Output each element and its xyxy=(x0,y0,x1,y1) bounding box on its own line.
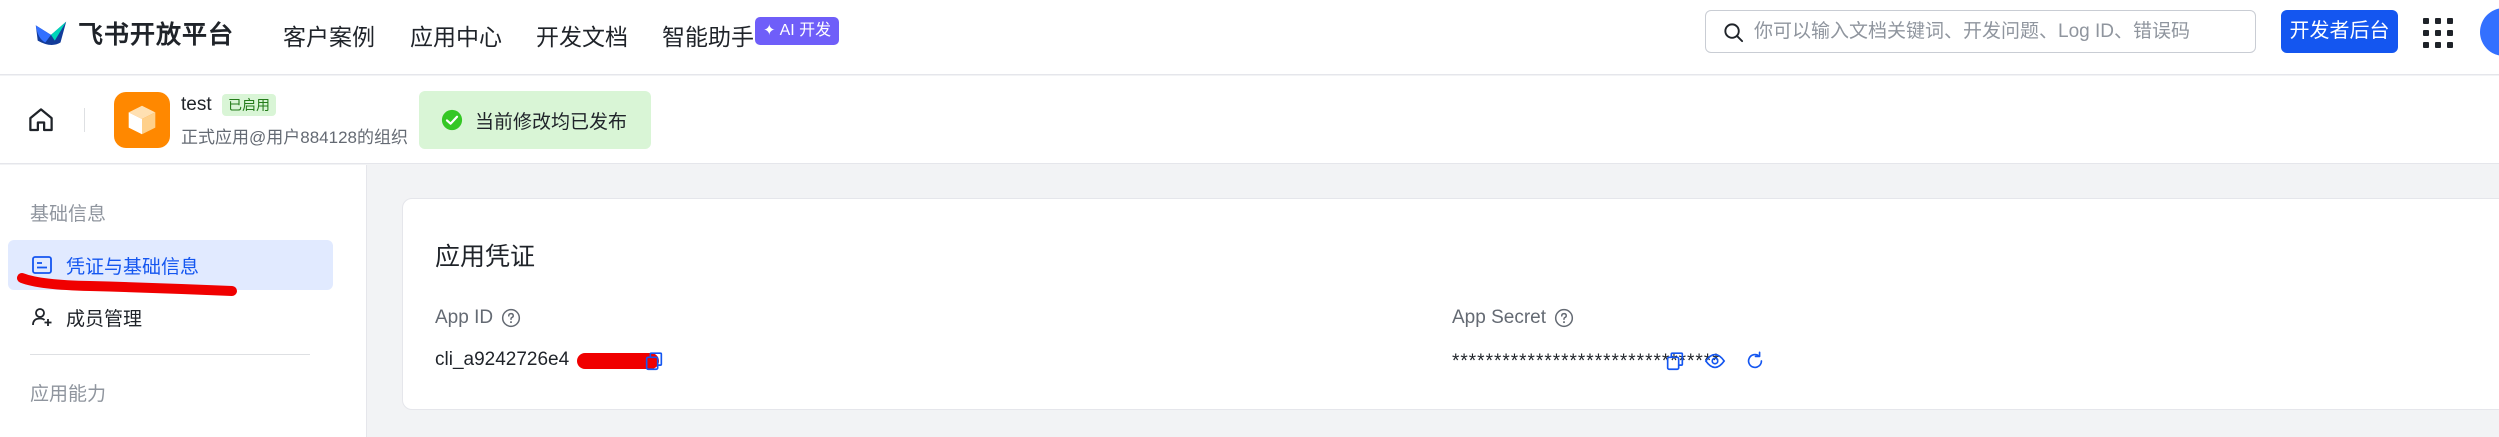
ai-badge-label: AI 开发 xyxy=(779,22,832,39)
sidebar-group-basic-info: 基础信息 xyxy=(30,204,107,225)
nav-dev-docs[interactable]: 开发文档 xyxy=(536,18,628,52)
app-icon xyxy=(114,92,170,148)
divider xyxy=(84,108,85,132)
publish-status-banner: 当前修改均已发布 xyxy=(419,91,651,149)
cube-icon xyxy=(128,105,156,135)
credentials-card: 应用凭证 App ID cli_a9242726e4 App Secret **… xyxy=(402,198,2499,410)
refresh-icon[interactable] xyxy=(1744,350,1766,372)
app-secret-label-row: App Secret xyxy=(1452,307,1574,329)
ai-badge[interactable]: ✦ AI 开发 xyxy=(755,17,840,45)
app-secret-label: App Secret xyxy=(1452,307,1546,328)
app-name: test xyxy=(181,94,212,115)
nav-app-center[interactable]: 应用中心 xyxy=(410,18,502,52)
credential-icon xyxy=(32,256,52,274)
search-box[interactable] xyxy=(1705,10,2256,53)
sidebar: 基础信息 凭证与基础信息 成员管理 应用能力 xyxy=(0,165,367,437)
help-icon[interactable] xyxy=(501,308,521,328)
sidebar-item-label: 成员管理 xyxy=(66,308,143,330)
copy-icon[interactable] xyxy=(643,350,665,372)
avatar[interactable] xyxy=(2480,8,2499,56)
app-id-label: App ID xyxy=(435,307,494,328)
eye-icon[interactable] xyxy=(1704,350,1726,372)
card-title: 应用凭证 xyxy=(435,243,536,271)
publish-status-text: 当前修改均已发布 xyxy=(475,111,628,133)
app-grid-icon[interactable] xyxy=(2423,18,2453,48)
user-add-icon xyxy=(32,308,52,326)
check-circle-icon xyxy=(441,109,463,131)
brand-logo[interactable]: 飞书开放平台 xyxy=(32,14,234,52)
sidebar-group-app-capabilities: 应用能力 xyxy=(30,384,107,405)
help-icon[interactable] xyxy=(1554,308,1574,328)
search-input[interactable] xyxy=(1754,17,2244,47)
feishu-logo-icon xyxy=(35,21,67,45)
home-icon[interactable] xyxy=(26,105,56,135)
brand-name: 飞书开放平台 xyxy=(78,21,235,49)
sidebar-item-label: 凭证与基础信息 xyxy=(66,256,200,278)
sidebar-item-credentials[interactable]: 凭证与基础信息 xyxy=(8,240,333,290)
search-icon xyxy=(1724,23,1744,43)
app-id-value: cli_a9242726e4 xyxy=(435,349,570,370)
copy-icon[interactable] xyxy=(1664,350,1686,372)
nav-ai-assistant[interactable]: 智能助手 xyxy=(662,18,754,52)
app-id-label-row: App ID xyxy=(435,307,521,329)
app-header: test 已启用 正式应用@用户884128的组织 当前修改均已发布 xyxy=(0,76,2499,164)
sparkle-icon: ✦ xyxy=(763,22,776,39)
developer-console-button[interactable]: 开发者后台 xyxy=(2281,10,2398,53)
status-badge: 已启用 xyxy=(222,94,276,116)
app-owner: 正式应用@用户884128的组织 xyxy=(181,128,408,147)
sidebar-item-members[interactable]: 成员管理 xyxy=(8,292,333,342)
nav-customer-cases[interactable]: 客户案例 xyxy=(283,18,375,52)
top-navigation: 飞书开放平台 客户案例 应用中心 开发文档 智能助手 ✦ AI 开发 开发者后台 xyxy=(0,0,2499,75)
sidebar-divider xyxy=(30,354,310,355)
